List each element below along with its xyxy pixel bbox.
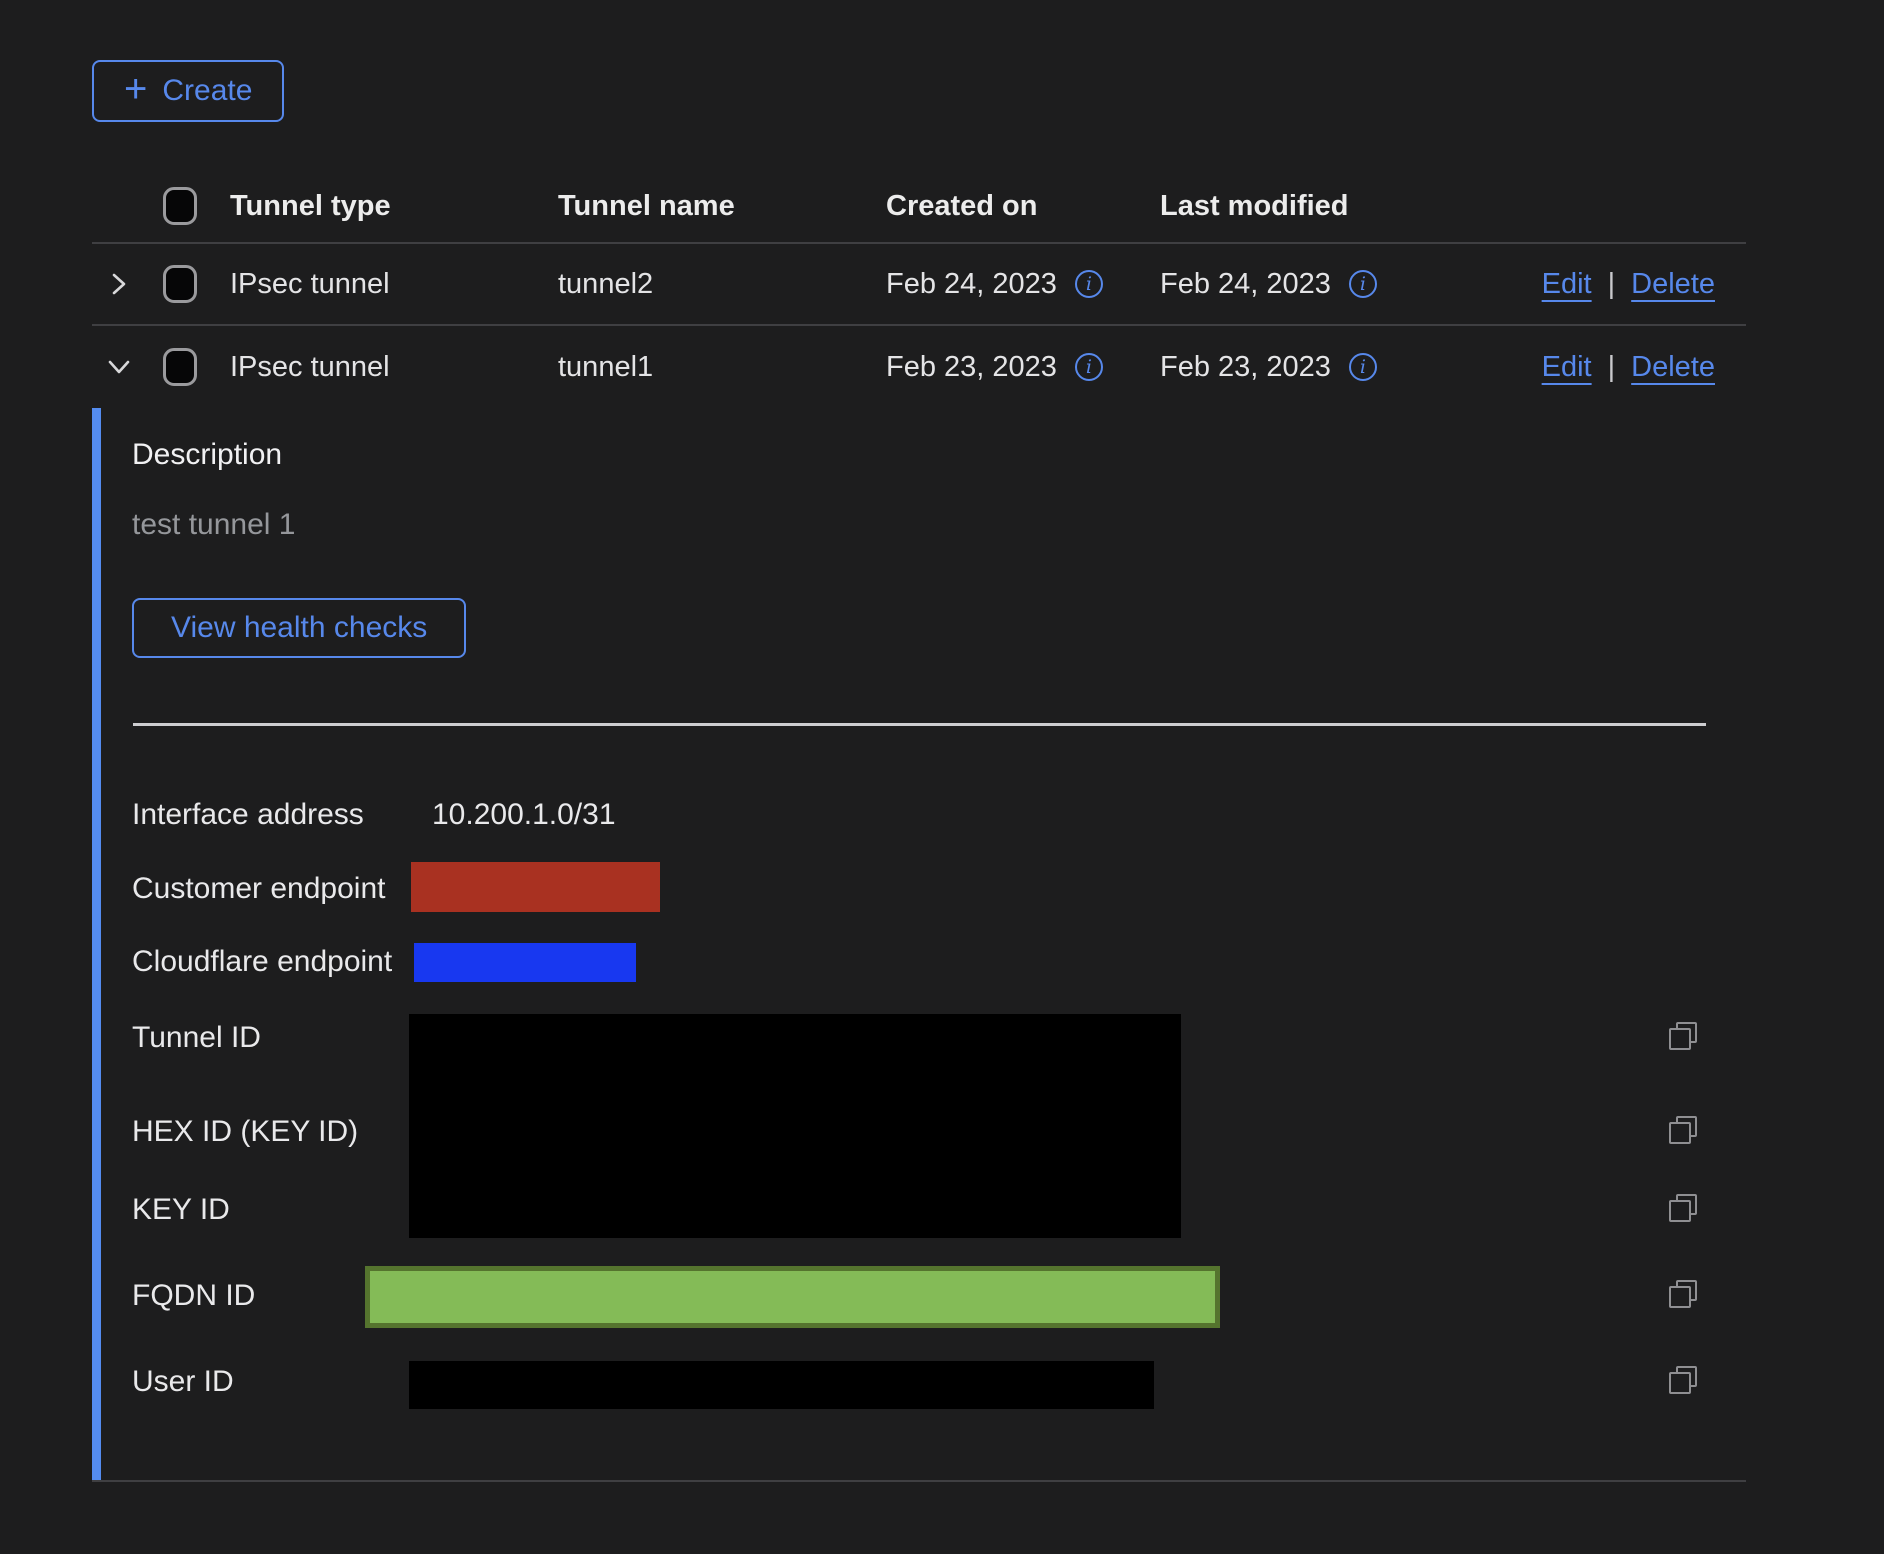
section-divider — [133, 723, 1706, 726]
tunnel-id-label: Tunnel ID — [132, 1021, 261, 1055]
table-header-row: Tunnel type Tunnel name Created on Last … — [92, 170, 1746, 244]
select-all-cell — [138, 187, 230, 225]
copy-icon[interactable] — [1668, 1193, 1698, 1223]
interface-address-label: Interface address — [132, 798, 364, 832]
copy-icon[interactable] — [1668, 1279, 1698, 1309]
tunnel-type-cell: IPsec tunnel — [230, 268, 558, 301]
copy-icon[interactable] — [1668, 1021, 1698, 1051]
expanded-row-indicator-bar — [92, 408, 101, 1480]
copy-icon[interactable] — [1668, 1115, 1698, 1145]
column-header-tunnel-name: Tunnel name — [558, 190, 886, 223]
plus-icon: + — [124, 69, 147, 109]
tunnel-details-panel: Description test tunnel 1 View health ch… — [92, 408, 1746, 1482]
create-button[interactable]: + Create — [92, 60, 284, 122]
tunnel-type-cell: IPsec tunnel — [230, 351, 558, 384]
edit-link[interactable]: Edit — [1542, 268, 1592, 301]
column-header-tunnel-type: Tunnel type — [230, 190, 558, 223]
tunnel-row-tunnel1: IPsec tunnel tunnel1 Feb 23, 2023 i Feb … — [92, 326, 1746, 408]
create-button-label: Create — [162, 74, 252, 108]
tunnel-name-cell: tunnel2 — [558, 268, 886, 301]
last-modified-value: Feb 23, 2023 — [1160, 351, 1331, 384]
key-id-label: KEY ID — [132, 1193, 230, 1227]
row-checkbox[interactable] — [163, 265, 197, 303]
fqdn-id-redacted-value — [365, 1266, 1220, 1328]
info-icon[interactable]: i — [1349, 353, 1377, 381]
description-value: test tunnel 1 — [132, 508, 295, 542]
ids-redacted-value-block — [409, 1014, 1181, 1238]
ipsec-tunnels-page: + Create Tunnel type Tunnel name Created… — [0, 0, 1884, 1554]
delete-link[interactable]: Delete — [1631, 351, 1715, 384]
cloudflare-endpoint-label: Cloudflare endpoint — [132, 945, 392, 979]
action-separator: | — [1608, 351, 1616, 384]
hex-id-label: HEX ID (KEY ID) — [132, 1115, 358, 1149]
info-icon[interactable]: i — [1075, 353, 1103, 381]
description-label: Description — [132, 438, 282, 472]
created-on-value: Feb 24, 2023 — [886, 268, 1057, 301]
customer-endpoint-label: Customer endpoint — [132, 872, 385, 906]
column-header-created-on: Created on — [886, 190, 1160, 223]
tunnel-row-tunnel2: IPsec tunnel tunnel2 Feb 24, 2023 i Feb … — [92, 244, 1746, 326]
customer-endpoint-redacted-value — [411, 862, 660, 912]
row-checkbox[interactable] — [163, 348, 197, 386]
delete-link[interactable]: Delete — [1631, 268, 1715, 301]
fqdn-id-label: FQDN ID — [132, 1279, 255, 1313]
edit-link[interactable]: Edit — [1542, 351, 1592, 384]
view-health-checks-button[interactable]: View health checks — [132, 598, 466, 658]
cloudflare-endpoint-redacted-value — [414, 943, 636, 982]
chevron-down-icon[interactable] — [105, 353, 133, 381]
copy-icon[interactable] — [1668, 1365, 1698, 1395]
info-icon[interactable]: i — [1075, 270, 1103, 298]
last-modified-value: Feb 24, 2023 — [1160, 268, 1331, 301]
column-header-last-modified: Last modified — [1160, 190, 1490, 223]
tunnels-table: Tunnel type Tunnel name Created on Last … — [92, 170, 1746, 1482]
select-all-checkbox[interactable] — [163, 187, 197, 225]
chevron-right-icon[interactable] — [105, 271, 131, 297]
tunnel-name-cell: tunnel1 — [558, 351, 886, 384]
interface-address-value: 10.200.1.0/31 — [432, 798, 616, 832]
action-separator: | — [1608, 268, 1616, 301]
created-on-value: Feb 23, 2023 — [886, 351, 1057, 384]
info-icon[interactable]: i — [1349, 270, 1377, 298]
user-id-redacted-value — [409, 1361, 1154, 1409]
user-id-label: User ID — [132, 1365, 234, 1399]
